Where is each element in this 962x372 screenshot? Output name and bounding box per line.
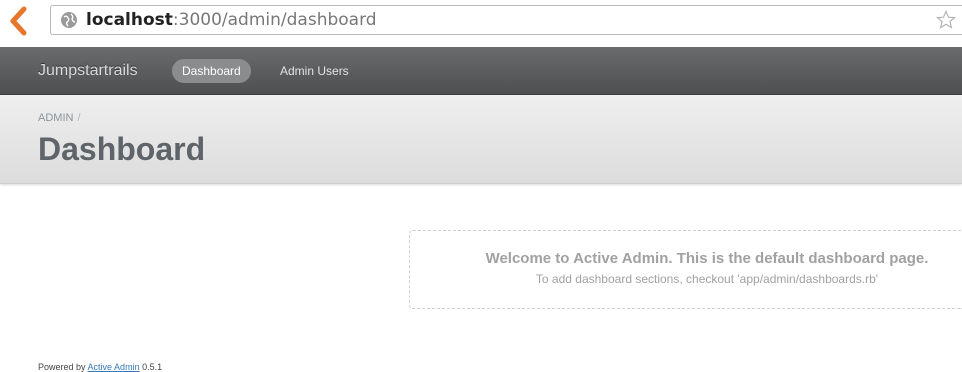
admin-header: Jumpstartrails Dashboard Admin Users	[0, 47, 962, 95]
url-host: localhost	[86, 10, 173, 30]
tab-admin-users[interactable]: Admin Users	[270, 59, 359, 83]
address-bar[interactable]: localhost:3000/admin/dashboard	[50, 5, 962, 35]
url-path: :3000/admin/dashboard	[172, 10, 377, 30]
footer-version: 0.5.1	[142, 362, 163, 372]
welcome-hint: To add dashboard sections, checkout 'app…	[535, 272, 879, 286]
breadcrumb-admin-link[interactable]: ADMIN	[38, 112, 73, 124]
globe-icon	[61, 12, 77, 28]
breadcrumb-separator: /	[77, 112, 81, 124]
footer-prefix: Powered by	[38, 362, 86, 372]
back-arrow-icon[interactable]	[8, 6, 30, 36]
active-admin-link[interactable]: Active Admin	[88, 362, 140, 372]
browser-toolbar: localhost:3000/admin/dashboard	[0, 0, 962, 47]
bookmark-star-icon[interactable]	[936, 10, 956, 30]
welcome-message: Welcome to Active Admin. This is the def…	[485, 250, 929, 267]
title-bar: ADMIN / Dashboard	[0, 95, 962, 184]
tab-dashboard[interactable]: Dashboard	[172, 59, 251, 83]
site-title[interactable]: Jumpstartrails	[38, 62, 138, 80]
page-title: Dashboard	[38, 131, 206, 167]
footer: Powered by Active Admin 0.5.1	[38, 362, 162, 372]
blank-slate-panel: Welcome to Active Admin. This is the def…	[409, 230, 962, 309]
breadcrumb: ADMIN /	[38, 112, 81, 124]
url-text: localhost:3000/admin/dashboard	[86, 10, 377, 30]
